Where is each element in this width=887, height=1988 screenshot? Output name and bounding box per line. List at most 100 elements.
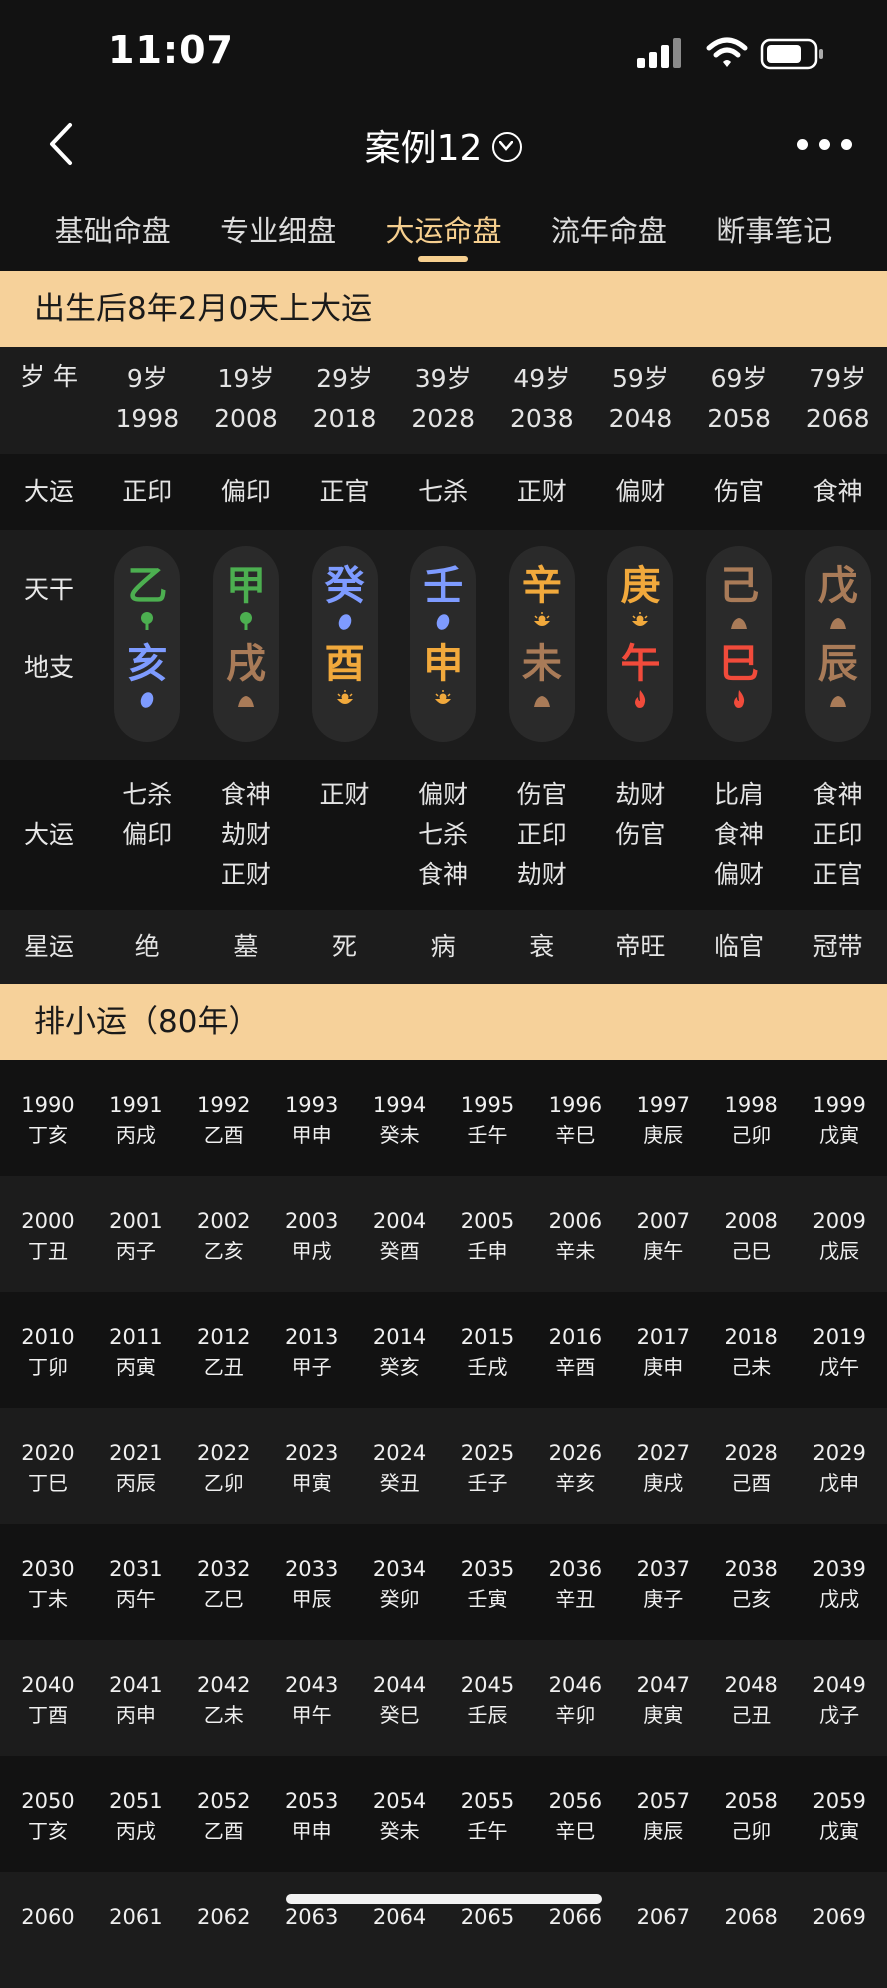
xiaoyun-cell[interactable]: 2016 辛酉	[531, 1292, 619, 1408]
dayun-god-cell[interactable]: 正印	[98, 472, 197, 530]
xiaoyun-cell[interactable]: 2021 丙辰	[92, 1408, 180, 1524]
xiaoyun-cell[interactable]: 1993 甲申	[268, 1060, 356, 1176]
xiaoyun-cell[interactable]: 2011 丙寅	[92, 1292, 180, 1408]
xiaoyun-cell[interactable]: 1990 丁亥	[4, 1060, 92, 1176]
dayun-god-cell[interactable]: 食神	[788, 472, 887, 530]
xiaoyun-cell[interactable]: 2043 甲午	[268, 1640, 356, 1756]
xiaoyun-cell[interactable]: 2028 己酉	[707, 1408, 795, 1524]
xiaoyun-cell[interactable]: 2047 庚寅	[619, 1640, 707, 1756]
xiaoyun-cell[interactable]: 2004 癸酉	[356, 1176, 444, 1292]
xiaoyun-cell[interactable]: 2006 辛未	[531, 1176, 619, 1292]
xiaoyun-cell[interactable]: 2022 乙卯	[180, 1408, 268, 1524]
tab-dayun-chart[interactable]: 大运命盘	[385, 200, 501, 270]
xiaoyun-cell[interactable]: 2046 辛卯	[531, 1640, 619, 1756]
xiaoyun-cell[interactable]: 2027 庚戌	[619, 1408, 707, 1524]
xiaoyun-cell[interactable]: 2068	[707, 1872, 795, 1988]
xiaoyun-cell[interactable]: 1995 壬午	[444, 1060, 532, 1176]
xiaoyun-cell[interactable]: 2031 丙午	[92, 1524, 180, 1640]
xiaoyun-cell[interactable]: 2032 乙巳	[180, 1524, 268, 1640]
xiaoyun-cell[interactable]: 2041 丙申	[92, 1640, 180, 1756]
tab-liunian-chart[interactable]: 流年命盘	[551, 200, 667, 270]
xiaoyun-cell[interactable]: 2002 乙亥	[180, 1176, 268, 1292]
dayun-pillar[interactable]: 辛未	[508, 546, 575, 742]
xiaoyun-cell[interactable]: 2045 壬辰	[444, 1640, 532, 1756]
xiaoyun-cell[interactable]: 2003 甲戌	[268, 1176, 356, 1292]
xiaoyun-cell[interactable]: 2063	[268, 1872, 356, 1988]
dayun-pillar[interactable]: 乙亥	[114, 546, 181, 742]
xiaoyun-cell[interactable]: 1991 丙戌	[92, 1060, 180, 1176]
xiaoyun-cell[interactable]: 2058 己卯	[707, 1756, 795, 1872]
xiaoyun-cell[interactable]: 2060	[4, 1872, 92, 1988]
xiaoyun-cell[interactable]: 2048 己丑	[707, 1640, 795, 1756]
xiaoyun-cell[interactable]: 2038 己亥	[707, 1524, 795, 1640]
xiaoyun-cell[interactable]: 1996 辛巳	[531, 1060, 619, 1176]
xiaoyun-cell[interactable]: 2040 丁酉	[4, 1640, 92, 1756]
xiaoyun-cell[interactable]: 2053 甲申	[268, 1756, 356, 1872]
xiaoyun-cell[interactable]: 2054 癸未	[356, 1756, 444, 1872]
xiaoyun-cell[interactable]: 2049 戊子	[795, 1640, 883, 1756]
xiaoyun-cell[interactable]: 2017 庚申	[619, 1292, 707, 1408]
xiaoyun-cell[interactable]: 1999 戊寅	[795, 1060, 883, 1176]
xiaoyun-cell[interactable]: 2062	[180, 1872, 268, 1988]
xiaoyun-cell[interactable]: 1992 乙酉	[180, 1060, 268, 1176]
xiaoyun-cell[interactable]: 2037 庚子	[619, 1524, 707, 1640]
xiaoyun-cell[interactable]: 2001 丙子	[92, 1176, 180, 1292]
more-icon[interactable]	[797, 139, 853, 153]
tab-pro-chart[interactable]: 专业细盘	[220, 200, 336, 270]
dayun-god-cell[interactable]: 偏印	[197, 472, 296, 530]
dayun-god-cell[interactable]: 正官	[295, 472, 394, 530]
xiaoyun-cell[interactable]: 2025 壬子	[444, 1408, 532, 1524]
dayun-god-cell[interactable]: 伤官	[690, 472, 789, 530]
dayun-pillar[interactable]: 癸酉	[311, 546, 378, 742]
xiaoyun-cell[interactable]: 2059 戊寅	[795, 1756, 883, 1872]
xiaoyun-cell[interactable]: 2005 壬申	[444, 1176, 532, 1292]
xiaoyun-cell[interactable]: 2055 壬午	[444, 1756, 532, 1872]
dayun-god-cell[interactable]: 七杀	[394, 472, 493, 530]
xiaoyun-cell[interactable]: 2057 庚辰	[619, 1756, 707, 1872]
xiaoyun-cell[interactable]: 2069	[795, 1872, 883, 1988]
xiaoyun-cell[interactable]: 2018 己未	[707, 1292, 795, 1408]
xiaoyun-cell[interactable]: 2061	[92, 1872, 180, 1988]
xiaoyun-cell[interactable]: 2064	[356, 1872, 444, 1988]
xiaoyun-cell[interactable]: 2023 甲寅	[268, 1408, 356, 1524]
xiaoyun-cell[interactable]: 2035 壬寅	[444, 1524, 532, 1640]
dayun-pillar[interactable]: 壬申	[410, 546, 477, 742]
tab-basic-chart[interactable]: 基础命盘	[55, 200, 171, 270]
xiaoyun-cell[interactable]: 2007 庚午	[619, 1176, 707, 1292]
xiaoyun-cell[interactable]: 2010 丁卯	[4, 1292, 92, 1408]
home-indicator[interactable]	[286, 1894, 602, 1904]
xiaoyun-cell[interactable]: 2052 乙酉	[180, 1756, 268, 1872]
xiaoyun-cell[interactable]: 2024 癸丑	[356, 1408, 444, 1524]
dayun-pillar[interactable]: 戊辰	[804, 546, 871, 742]
dayun-pillar[interactable]: 甲戌	[212, 546, 279, 742]
xiaoyun-cell[interactable]: 2066	[531, 1872, 619, 1988]
xiaoyun-cell[interactable]: 2042 乙未	[180, 1640, 268, 1756]
xiaoyun-cell[interactable]: 1998 己卯	[707, 1060, 795, 1176]
xiaoyun-cell[interactable]: 2065	[444, 1872, 532, 1988]
xiaoyun-cell[interactable]: 2014 癸亥	[356, 1292, 444, 1408]
xiaoyun-cell[interactable]: 1997 庚辰	[619, 1060, 707, 1176]
xiaoyun-cell[interactable]: 2029 戊申	[795, 1408, 883, 1524]
xiaoyun-cell[interactable]: 1994 癸未	[356, 1060, 444, 1176]
xiaoyun-cell[interactable]: 2056 辛巳	[531, 1756, 619, 1872]
page-title[interactable]: 案例12	[0, 119, 887, 171]
tab-notes[interactable]: 断事笔记	[716, 200, 832, 270]
xiaoyun-cell[interactable]: 2067	[619, 1872, 707, 1988]
dayun-pillar[interactable]: 己巳	[706, 546, 773, 742]
dayun-god-cell[interactable]: 正财	[493, 472, 592, 530]
xiaoyun-cell[interactable]: 2050 丁亥	[4, 1756, 92, 1872]
xiaoyun-cell[interactable]: 2039 戊戌	[795, 1524, 883, 1640]
xiaoyun-cell[interactable]: 2012 乙丑	[180, 1292, 268, 1408]
xiaoyun-cell[interactable]: 2033 甲辰	[268, 1524, 356, 1640]
xiaoyun-cell[interactable]: 2008 己巳	[707, 1176, 795, 1292]
xiaoyun-cell[interactable]: 2051 丙戌	[92, 1756, 180, 1872]
xiaoyun-cell[interactable]: 2015 壬戌	[444, 1292, 532, 1408]
xiaoyun-cell[interactable]: 2020 丁巳	[4, 1408, 92, 1524]
dayun-god-cell[interactable]: 偏财	[591, 472, 690, 530]
xiaoyun-cell[interactable]: 2009 戊辰	[795, 1176, 883, 1292]
xiaoyun-cell[interactable]: 2013 甲子	[268, 1292, 356, 1408]
xiaoyun-cell[interactable]: 2044 癸巳	[356, 1640, 444, 1756]
xiaoyun-cell[interactable]: 2026 辛亥	[531, 1408, 619, 1524]
chevron-down-icon[interactable]	[492, 132, 523, 162]
xiaoyun-cell[interactable]: 2000 丁丑	[4, 1176, 92, 1292]
